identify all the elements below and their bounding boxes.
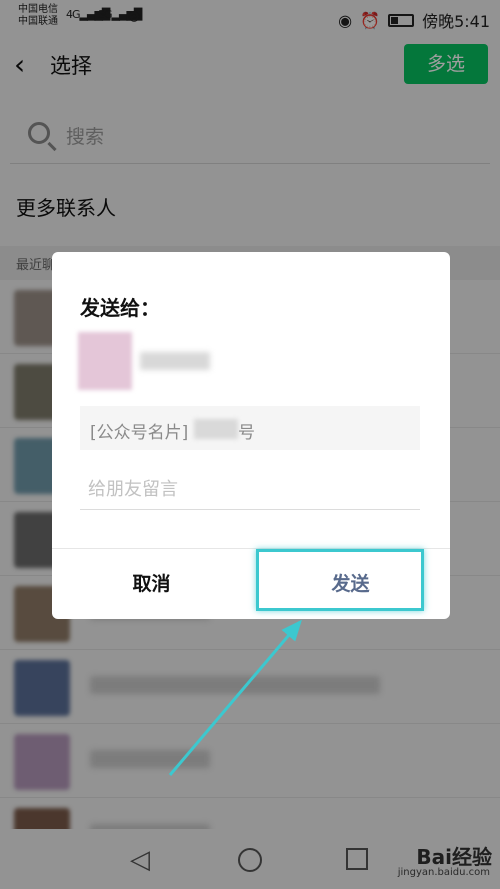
avatar [78, 332, 132, 390]
card-preview: [公众号名片] 号 [80, 406, 420, 450]
card-preview-text: [公众号名片] [90, 423, 189, 443]
card-name-blurred [194, 419, 238, 439]
card-suffix: 号 [238, 423, 255, 443]
cancel-button[interactable]: 取消 [52, 549, 251, 619]
message-input[interactable] [80, 470, 420, 510]
dialog-title: 发送给： [80, 296, 160, 320]
recipient-name-blurred [140, 352, 210, 370]
send-highlight-box [256, 549, 424, 611]
